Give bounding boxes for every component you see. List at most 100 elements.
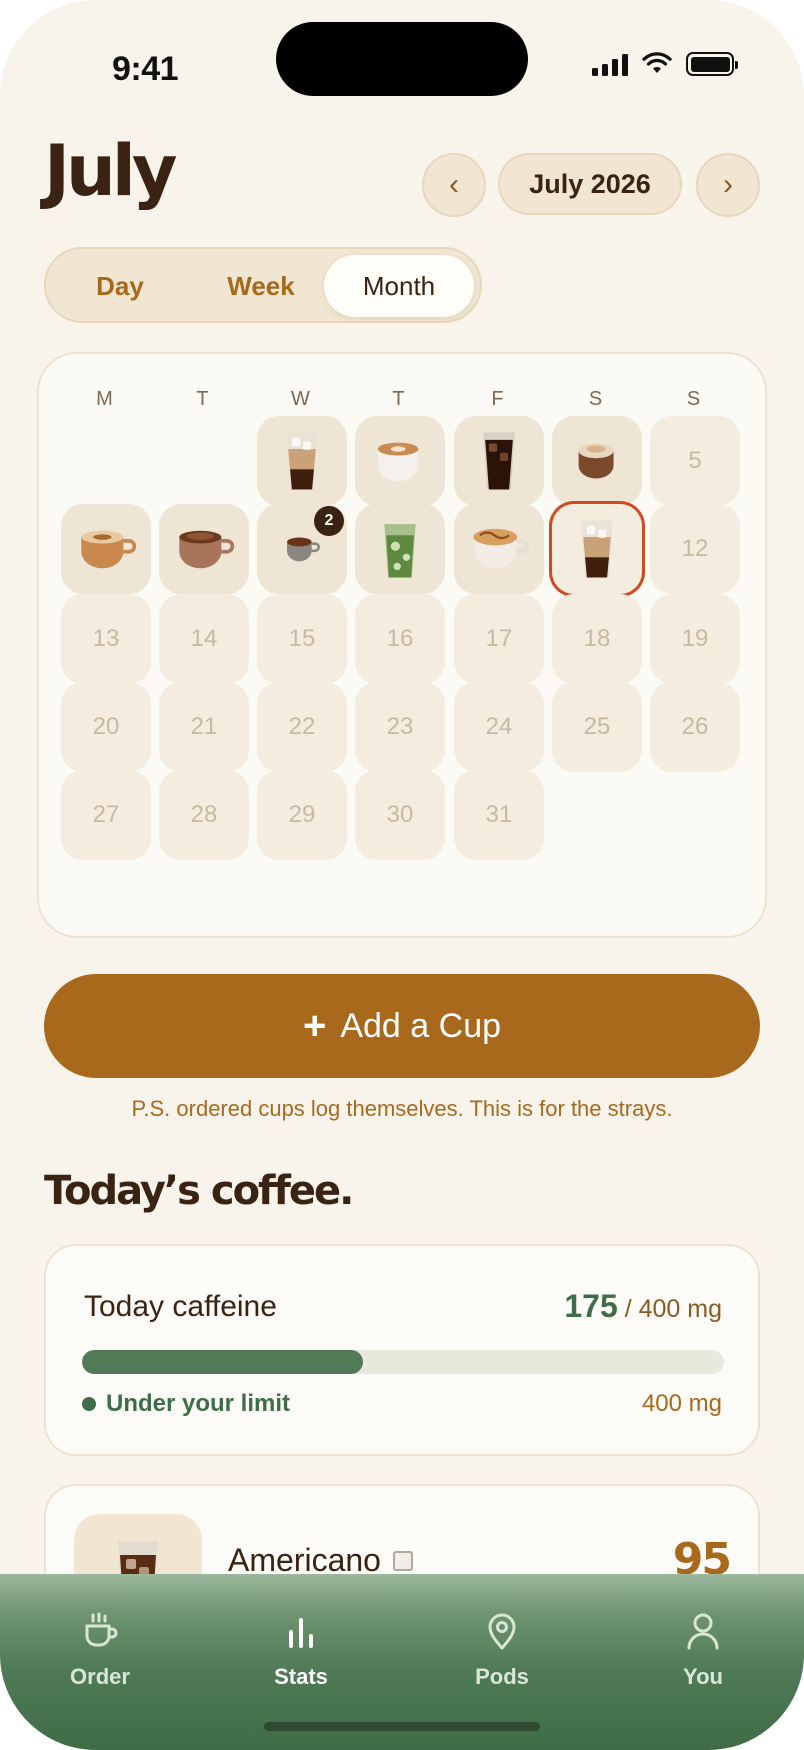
calendar-day-8[interactable]: 2 [257,504,347,594]
mocha-icon [172,526,236,572]
calendar-day-31[interactable]: 31 [454,770,544,860]
calendar-day-25[interactable]: 25 [552,682,642,772]
iced-latte-icon [574,516,620,582]
tab-you[interactable]: You [643,1610,763,1690]
status-bar: 9:41 [0,0,804,130]
latte-icon [74,526,138,572]
calendar-day-15[interactable]: 15 [257,594,347,684]
tab-order[interactable]: Order [40,1610,160,1690]
calendar-day-18[interactable]: 18 [552,594,642,684]
calendar-day-13[interactable]: 13 [61,594,151,684]
calendar-day-17[interactable]: 17 [454,594,544,684]
plus-icon: + [302,1003,327,1048]
calendar-day-26[interactable]: 26 [650,682,740,772]
previous-month-button[interactable]: ‹ [422,153,486,217]
calendar-day-2[interactable] [355,416,445,506]
calendar-day-1[interactable] [257,416,347,506]
calendar-day-number: 19 [681,625,709,652]
calendar-day-number: 15 [288,625,316,652]
weekday-label: T [196,388,210,410]
calendar-day-20[interactable]: 20 [61,682,151,772]
calendar-day-number: 14 [190,625,218,652]
ice-cube-icon [392,1550,413,1571]
caffeine-limit-text: / 400 mg [624,1295,722,1323]
tab-pods[interactable]: Pods [442,1610,562,1690]
calendar-day-22[interactable]: 22 [257,682,347,772]
calendar-day-number: 12 [681,535,709,562]
calendar-day-4[interactable] [552,416,642,506]
calendar-day-number: 23 [386,713,414,740]
calendar-day-number: 20 [92,713,120,740]
caffeine-progress-bar [82,1350,724,1374]
calendar-day-3[interactable] [454,416,544,506]
weekday-label: F [491,388,505,410]
calendar-day-24[interactable]: 24 [454,682,544,772]
tab-stats[interactable]: Stats [241,1610,361,1690]
cellular-signal-icon [592,52,628,76]
location-pin-icon [488,1613,516,1650]
matcha-icon [377,516,423,582]
bar-chart-icon [289,1618,313,1648]
calendar-day-16[interactable]: 16 [355,594,445,684]
macchiato-icon [569,438,625,484]
calendar-day-11[interactable] [552,504,642,594]
calendar-day-number: 25 [583,713,611,740]
weekday-label: M [96,388,114,410]
add-cup-note: P.S. ordered cups log themselves. This i… [131,1096,673,1121]
status-dot-icon [82,1397,96,1411]
calendar-day-5[interactable]: 5 [650,416,740,506]
calendar-day-number: 27 [92,801,120,828]
weekday-label: T [392,388,406,410]
add-cup-button[interactable]: + Add a Cup [44,974,760,1078]
calendar-day-number: 16 [386,625,414,652]
calendar-day-number: 18 [583,625,611,652]
calendar-day-number: 31 [485,801,513,828]
tab-pods-label: Pods [475,1664,529,1689]
caffeine-amount: 175 [564,1288,618,1324]
calendar-day-21[interactable]: 21 [159,682,249,772]
app-screen: 9:41 July ‹ July 2026 › Day Week Month M… [0,0,804,1750]
caffeine-label: Today caffeine [84,1290,277,1323]
page-title: July [44,130,178,212]
calendar-day-30[interactable]: 30 [355,770,445,860]
tab-stats-label: Stats [274,1664,328,1689]
calendar-day-14[interactable]: 14 [159,594,249,684]
view-toggle: Day Week Month [44,247,482,323]
add-cup-label: Add a Cup [340,1006,502,1045]
calendar-day-number: 24 [485,713,513,740]
calendar-day-9[interactable] [355,504,445,594]
calendar-day-7[interactable] [159,504,249,594]
tab-week[interactable]: Week [186,255,336,317]
tab-order-label: Order [70,1664,130,1689]
calendar-day-number: 5 [688,447,702,474]
calendar-day-29[interactable]: 29 [257,770,347,860]
month-picker[interactable]: July 2026 [498,153,682,215]
person-icon [687,1613,719,1650]
calendar-day-23[interactable]: 23 [355,682,445,772]
tab-day[interactable]: Day [60,255,180,317]
caffeine-card[interactable]: Today caffeine 175 / 400 mg Under your l… [44,1244,760,1456]
tab-month[interactable]: Month [324,255,474,317]
status-icons [592,52,738,76]
calendar-day-number: 30 [386,801,414,828]
caffeine-status-label: Under your limit [106,1390,291,1417]
wifi-icon [642,52,672,73]
calendar-day-number: 28 [190,801,218,828]
section-title: Today’s coffee. [44,1168,354,1214]
calendar-day-number: 29 [288,801,316,828]
calendar-day-number: 26 [681,713,709,740]
iced-latte-icon [279,428,325,494]
calendar-day-12[interactable]: 12 [650,504,740,594]
caffeine-status: Under your limit [82,1390,290,1418]
cup-count-badge: 2 [314,506,344,536]
calendar-day-28[interactable]: 28 [159,770,249,860]
calendar-day-19[interactable]: 19 [650,594,740,684]
dynamic-island [276,22,528,96]
calendar-day-10[interactable] [454,504,544,594]
next-month-button[interactable]: › [696,153,760,217]
calendar-day-number: 17 [485,625,513,652]
calendar-day-number: 21 [190,713,218,740]
calendar-day-27[interactable]: 27 [61,770,151,860]
calendar-day-6[interactable] [61,504,151,594]
coffee-cup-icon [85,1612,118,1647]
